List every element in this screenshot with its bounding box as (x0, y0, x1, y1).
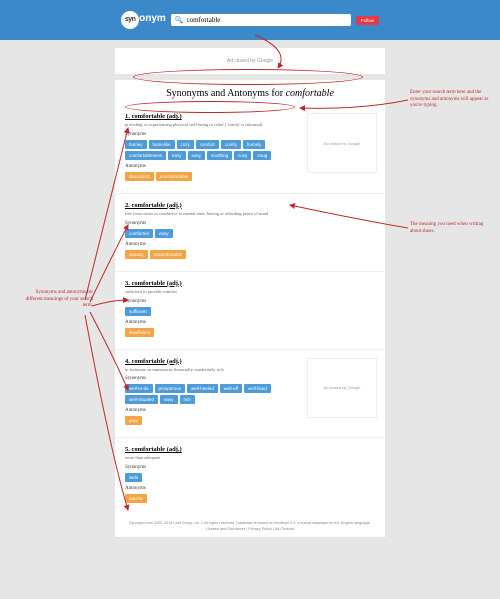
entry-title[interactable]: 3. comfortable (adj.) (125, 280, 375, 287)
synonym-tags: homeyhomelikecozycomfortcomfyhomely comfo… (125, 140, 288, 160)
annotation-middle-right: The meaning you need when writing about … (410, 222, 490, 235)
antonym-tags: insufficient (125, 328, 288, 337)
search-input[interactable] (187, 16, 347, 24)
footer: Synonym.com 2001-2019 Leaf Group Ltd. //… (115, 515, 385, 537)
synonym-tag[interactable]: wide (125, 473, 142, 482)
synonym-tag[interactable]: well-off (220, 384, 242, 393)
synonym-tag[interactable]: snug (253, 151, 271, 160)
logo-dot: syn (121, 11, 139, 29)
logo: synonym (121, 11, 166, 29)
synonyms-label: Synonyms (125, 299, 375, 304)
page-title-prefix: Synonyms and Antonyms for (166, 88, 285, 99)
antonym-tag[interactable]: narrow (125, 494, 147, 503)
synonym-tag[interactable]: well-to-do (125, 384, 153, 393)
logo-suffix: onym (139, 13, 166, 24)
synonym-tag[interactable]: prosperous (155, 384, 186, 393)
page-title-term: comfortable (286, 88, 334, 99)
antonym-tags: poor (125, 416, 288, 425)
entry-3: 3. comfortable (adj.) sufficient to provi… (115, 271, 385, 349)
synonym-tag[interactable]: comforted (125, 229, 153, 238)
entry-definition: free from stress or conducive to mental … (125, 211, 275, 217)
synonym-tag[interactable]: homely (243, 140, 266, 149)
entry-definition: more than adequate (125, 455, 275, 461)
ad-side: Ad closed by Google (307, 358, 377, 418)
synonym-tags: well-to-doprosperouswell-heeledwell-offw… (125, 384, 288, 404)
synonym-tag[interactable]: easy (155, 229, 173, 238)
page-title: Synonyms and Antonyms for comfortable (115, 80, 385, 105)
synonym-tag[interactable]: rich (180, 395, 195, 404)
antonym-tags: discomfortuncomfortable (125, 172, 288, 181)
antonym-tags: narrow (125, 494, 288, 503)
search-box[interactable]: 🔍 (171, 14, 351, 26)
synonym-tag[interactable]: comfortableness (125, 151, 166, 160)
synonym-tag[interactable]: comfort (196, 140, 219, 149)
entry-definition: sufficient to provide comfort (125, 289, 275, 295)
synonym-tag[interactable]: homey (125, 140, 147, 149)
synonym-tag[interactable]: sufficient (125, 307, 151, 316)
synonym-tag[interactable]: homelike (149, 140, 175, 149)
antonym-tags: uneasyuncomfortable (125, 250, 288, 259)
entry-1: Ad closed by Google1. comfortable (adj.)… (115, 105, 385, 193)
ad-top: Ad closed by Google (115, 48, 385, 74)
synonyms-label: Synonyms (125, 221, 375, 226)
search-icon: 🔍 (175, 16, 184, 24)
antonym-tag[interactable]: uncomfortable (150, 250, 187, 259)
synonym-tag[interactable]: easy (160, 395, 178, 404)
entry-title[interactable]: 2. comfortable (adj.) (125, 202, 375, 209)
antonym-tag[interactable]: uneasy (125, 250, 148, 259)
synonym-tag[interactable]: well-heeled (187, 384, 218, 393)
antonym-tag[interactable]: uncomfortable (156, 172, 193, 181)
entry-2: 2. comfortable (adj.) free from stress or… (115, 193, 385, 271)
synonym-tags: wide (125, 473, 288, 482)
antonyms-label: Antonyms (125, 486, 375, 491)
antonym-tag[interactable]: discomfort (125, 172, 154, 181)
antonym-tag[interactable]: insufficient (125, 328, 154, 337)
antonyms-label: Antonyms (125, 242, 375, 247)
entry-4: Ad closed by Google4. comfortable (adj.)… (115, 349, 385, 438)
annotation-top-right: Enter your search term here and the syno… (410, 90, 490, 110)
annotation-left: Synonyms and antonyms for different mean… (18, 290, 93, 310)
synonym-tag[interactable]: cozy (177, 140, 194, 149)
synonym-tag[interactable]: well-fixed (244, 384, 271, 393)
entry-definition: in fortunate circumstances financially; … (125, 367, 275, 373)
entry-title[interactable]: 5. comfortable (adj.) (125, 446, 375, 453)
antonym-tag[interactable]: poor (125, 416, 142, 425)
entry-5: 5. comfortable (adj.) more than adequate S… (115, 437, 385, 515)
synonym-tag[interactable]: easy (168, 151, 186, 160)
footer-links[interactable]: License and Disclaimer | Privacy Policy … (125, 527, 375, 531)
ad-side: Ad closed by Google (307, 113, 377, 173)
entry-definition: providing or experiencing physical well-… (125, 122, 275, 128)
synonyms-label: Synonyms (125, 465, 375, 470)
synonym-tag[interactable]: soothing (207, 151, 232, 160)
antonyms-label: Antonyms (125, 320, 375, 325)
synonym-tags: sufficient (125, 307, 288, 316)
header: synonym 🔍 Follow (0, 0, 500, 40)
follow-button[interactable]: Follow (356, 16, 379, 25)
footer-copyright: Synonym.com 2001-2019 Leaf Group Ltd. //… (125, 521, 375, 525)
synonym-tags: comfortedeasy (125, 229, 288, 238)
synonym-tag[interactable]: cosy (234, 151, 251, 160)
synonym-tag[interactable]: well-situated (125, 395, 158, 404)
main-content: Ad closed by Google Synonyms and Antonym… (115, 40, 385, 537)
synonym-tag[interactable]: easy (188, 151, 206, 160)
synonym-tag[interactable]: comfy (221, 140, 241, 149)
